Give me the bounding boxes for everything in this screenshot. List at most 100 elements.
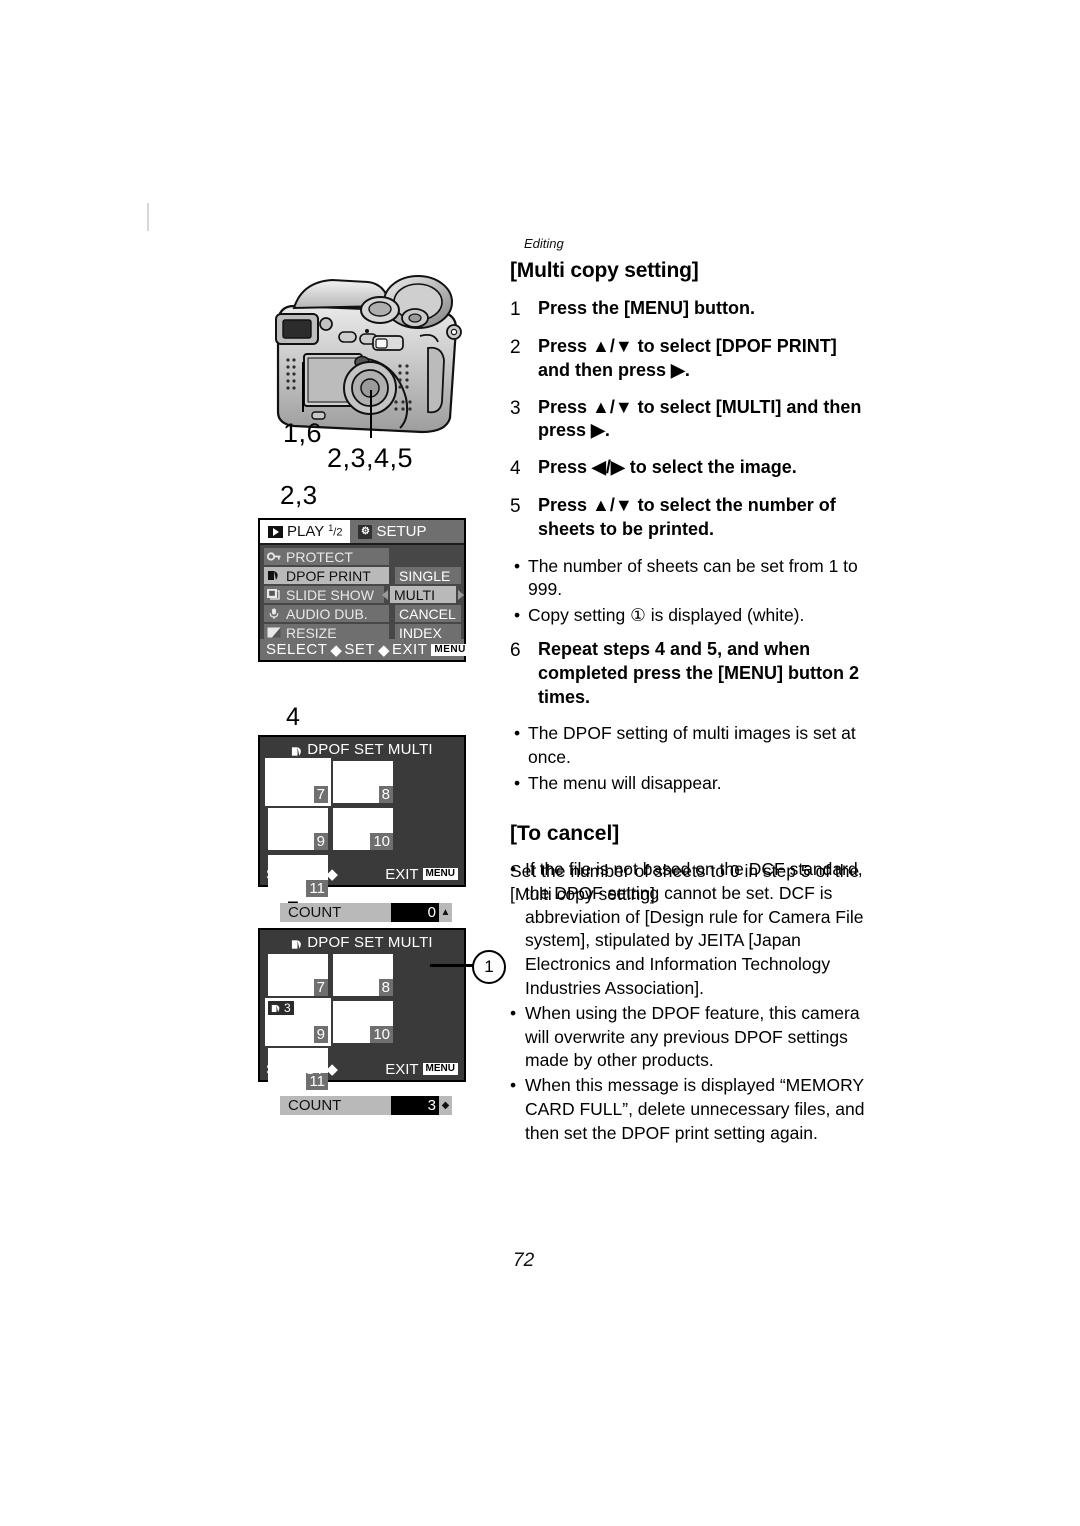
count-label: COUNT (280, 903, 391, 922)
page-number: 72 (513, 1250, 535, 1271)
dpof-screen-title: DPOF SET MULTI (260, 930, 464, 954)
menu-footer: SELECT ◆ SET ◆ EXIT MENU (260, 639, 469, 660)
thumbnail-number: 10 (370, 833, 393, 850)
menu-row: SLIDE SHOW MULTI (264, 586, 464, 603)
section-title: [Multi copy setting] (510, 259, 699, 282)
count-row: COUNT 0 ▲ (280, 903, 452, 922)
figure-label-cursor: 2,3,4,5 (327, 443, 414, 473)
step-number: 6 (510, 640, 521, 662)
tab-setup[interactable]: ⚙ SETUP (350, 520, 464, 543)
menu-item-audio-dub-label: AUDIO DUB. (286, 605, 368, 622)
running-head: Editing (524, 236, 564, 251)
dpof-footer-select-label: SELECT (266, 1060, 325, 1078)
menu-footer-select-label: SELECT (266, 641, 328, 658)
notes-block: If the file is not based on the DCF stan… (508, 858, 880, 1147)
step5-bullets: The number of sheets can be set from 1 t… (510, 555, 870, 628)
dpof-footer-exit-label: EXIT (385, 1060, 419, 1078)
step-number: 3 (510, 397, 521, 419)
key-icon (267, 550, 281, 563)
menu-option-index-label: INDEX (399, 624, 442, 641)
thumbnail-number: 7 (313, 979, 328, 996)
menu-option-multi[interactable]: MULTI (390, 586, 456, 603)
menu-body: PROTECT DPOF PRINT SINGLE SLIDE SHOW MUL… (260, 545, 464, 646)
step-text: Press ▲/▼ to select [MULTI] and then pre… (538, 396, 862, 441)
thumbnail-7[interactable]: 7 (268, 954, 328, 996)
menu-item-protect-label: PROTECT (286, 548, 353, 565)
callout-leader-line (430, 964, 474, 967)
step-text: Press ▲/▼ to select [DPOF PRINT] and the… (538, 336, 837, 380)
microphone-icon (267, 607, 281, 620)
bullet-item: The DPOF setting of multi images is set … (510, 722, 870, 770)
thumbnail-number: 8 (378, 979, 393, 996)
figure-label-menu: 2,3 (280, 480, 318, 510)
up-down-arrow-icon: ◆ (330, 641, 343, 659)
camera-illustration (250, 262, 480, 442)
note-item: If the file is not based on the DCF stan… (508, 858, 880, 1001)
step-number: 1 (510, 299, 521, 320)
menu-button-badge[interactable]: MENU (422, 1063, 458, 1075)
notes-list: If the file is not based on the DCF stan… (508, 858, 880, 1146)
figure-step-number-4: 4 (286, 703, 300, 731)
leader-line-cursor-button (370, 390, 372, 438)
arrow-left-icon[interactable] (382, 590, 388, 600)
thumbnail-10[interactable]: 10 (333, 808, 393, 850)
menu-option-multi-wrap: MULTI (382, 586, 464, 603)
step-item: 4 Press ◀/▶ to select the image. (510, 456, 870, 481)
step-list: 1 Press the [MENU] button. 2 Press ▲/▼ t… (510, 297, 870, 542)
menu-option-single[interactable]: SINGLE (395, 567, 461, 584)
menu-item-audio-dub[interactable]: AUDIO DUB. (264, 605, 389, 622)
thumbnail-8[interactable]: 8 (333, 761, 393, 803)
dpof-screen-title-label: DPOF SET MULTI (307, 740, 433, 758)
count-value[interactable]: 0 (391, 903, 439, 922)
thumbnail-number: 10 (370, 1026, 393, 1043)
dpof-set-multi-screen-step5: DPOF SET MULTI 7 8 3 9 10 11 COUNT 3 ◆ S… (258, 928, 466, 1115)
tab-play-label: PLAY (287, 523, 325, 540)
bullet-item: Copy setting ① is displayed (white). (510, 604, 870, 628)
dpof-screen-title-label: DPOF SET MULTI (307, 933, 433, 951)
thumbnail-7[interactable]: 7 (265, 758, 331, 806)
dpof-set-multi-screen-step4: DPOF SET MULTI 7 8 9 10 11 COUNT 0 ▲ SEL… (258, 735, 466, 922)
thumbnail-number: 8 (378, 786, 393, 803)
tab-play[interactable]: PLAY 1/2 (260, 520, 351, 543)
step-text: Press ◀/▶ to select the image. (538, 457, 797, 478)
menu-button-badge[interactable]: MENU (431, 643, 469, 656)
thumbnail-10[interactable]: 10 (333, 1001, 393, 1043)
thumbnail-9[interactable]: 9 (268, 808, 328, 850)
menu-option-cancel[interactable]: CANCEL (395, 605, 461, 622)
left-right-arrow-icon: ◆ (378, 641, 391, 659)
bullet-item: The menu will disappear. (510, 772, 870, 796)
thumbnail-number: 9 (313, 833, 328, 850)
count-label: COUNT (280, 1096, 391, 1115)
menu-option-single-label: SINGLE (399, 567, 451, 584)
step-number: 5 (510, 496, 521, 518)
step-number: 2 (510, 337, 521, 359)
menu-item-protect[interactable]: PROTECT (264, 548, 389, 565)
menu-button-badge[interactable]: MENU (422, 868, 458, 880)
left-right-arrow-icon: ◆ (326, 1061, 338, 1078)
step-item: 2 Press ▲/▼ to select [DPOF PRINT] and t… (510, 335, 870, 383)
count-stepper-icon[interactable]: ▲ (439, 903, 452, 922)
dpof-count-badge: 3 (268, 1001, 294, 1015)
tab-play-page-fraction: 1/2 (328, 523, 343, 539)
menu-item-slide-show[interactable]: SLIDE SHOW (264, 586, 384, 603)
note-item: When using the DPOF feature, this camera… (508, 1002, 880, 1073)
step-item: 5 Press ▲/▼ to select the number of shee… (510, 494, 870, 542)
left-right-arrow-icon: ◆ (326, 866, 338, 883)
arrow-right-icon[interactable] (458, 589, 464, 600)
thumbnail-9[interactable]: 3 9 (265, 998, 331, 1046)
step-number: 4 (510, 458, 521, 480)
note-item: When this message is displayed “MEMORY C… (508, 1074, 880, 1145)
menu-item-slide-show-label: SLIDE SHOW (286, 586, 374, 603)
play-icon (268, 525, 283, 538)
dpof-count-badge-value: 3 (284, 1001, 291, 1015)
step-text: Press the [MENU] button. (538, 298, 756, 318)
menu-row: AUDIO DUB. CANCEL (264, 605, 464, 622)
count-stepper-icon[interactable]: ◆ (439, 1096, 452, 1115)
menu-item-dpof-print-label: DPOF PRINT (286, 567, 371, 584)
wrench-icon: ⚙ (358, 524, 373, 539)
thumbnail-8[interactable]: 8 (333, 954, 393, 996)
tab-setup-label: SETUP (376, 523, 427, 540)
count-value[interactable]: 3 (391, 1096, 439, 1115)
menu-item-dpof-print[interactable]: DPOF PRINT (264, 567, 389, 584)
menu-option-cancel-label: CANCEL (399, 605, 456, 622)
